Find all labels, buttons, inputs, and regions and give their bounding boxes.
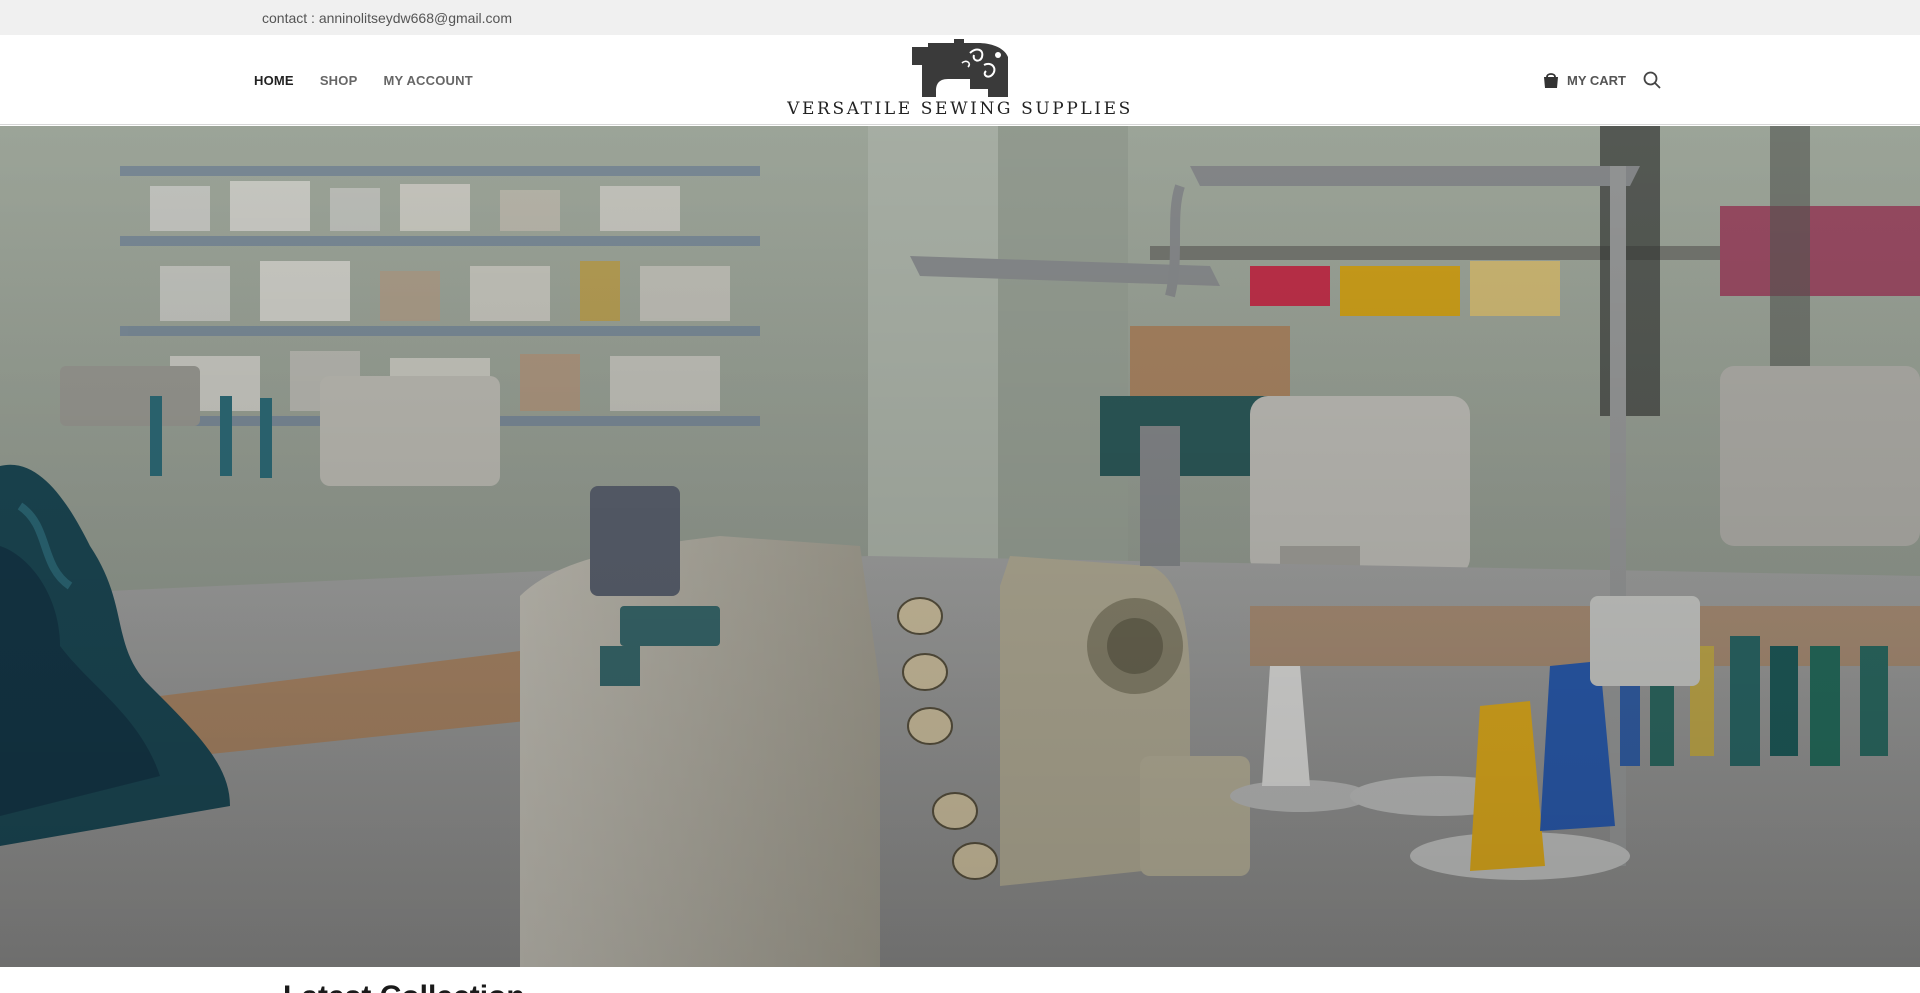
- contact-label: contact :: [262, 9, 315, 26]
- hero-banner: [0, 126, 1920, 967]
- sewing-workshop-photo: [0, 126, 1920, 967]
- shopping-bag-icon: [1544, 73, 1559, 88]
- cart-label: MY CART: [1567, 72, 1626, 88]
- search-icon: [1643, 71, 1661, 89]
- section-title: Latest Collection: [283, 980, 525, 993]
- cart-button[interactable]: MY CART: [1542, 71, 1626, 89]
- search-button[interactable]: [1642, 70, 1662, 90]
- nav-item-my-account[interactable]: MY ACCOUNT: [383, 73, 472, 88]
- site-logo[interactable]: VERSATILE SEWING SUPPLIES: [787, 39, 1130, 123]
- nav-item-shop[interactable]: SHOP: [320, 73, 358, 88]
- contact-info: contact : anninolitseydw668@gmail.com: [262, 10, 512, 26]
- sewing-machine-icon: [912, 39, 1008, 97]
- site-header: HOME SHOP MY ACCOUNT VERSATILE SEWING SU…: [0, 35, 1920, 125]
- nav-item-home[interactable]: HOME: [254, 73, 294, 88]
- brand-name: VERSATILE SEWING SUPPLIES: [787, 99, 1133, 119]
- main-nav: HOME SHOP MY ACCOUNT: [254, 35, 473, 125]
- top-contact-bar: contact : anninolitseydw668@gmail.com: [0, 0, 1920, 35]
- header-tools: MY CART: [1542, 35, 1662, 125]
- contact-email[interactable]: anninolitseydw668@gmail.com: [319, 10, 512, 26]
